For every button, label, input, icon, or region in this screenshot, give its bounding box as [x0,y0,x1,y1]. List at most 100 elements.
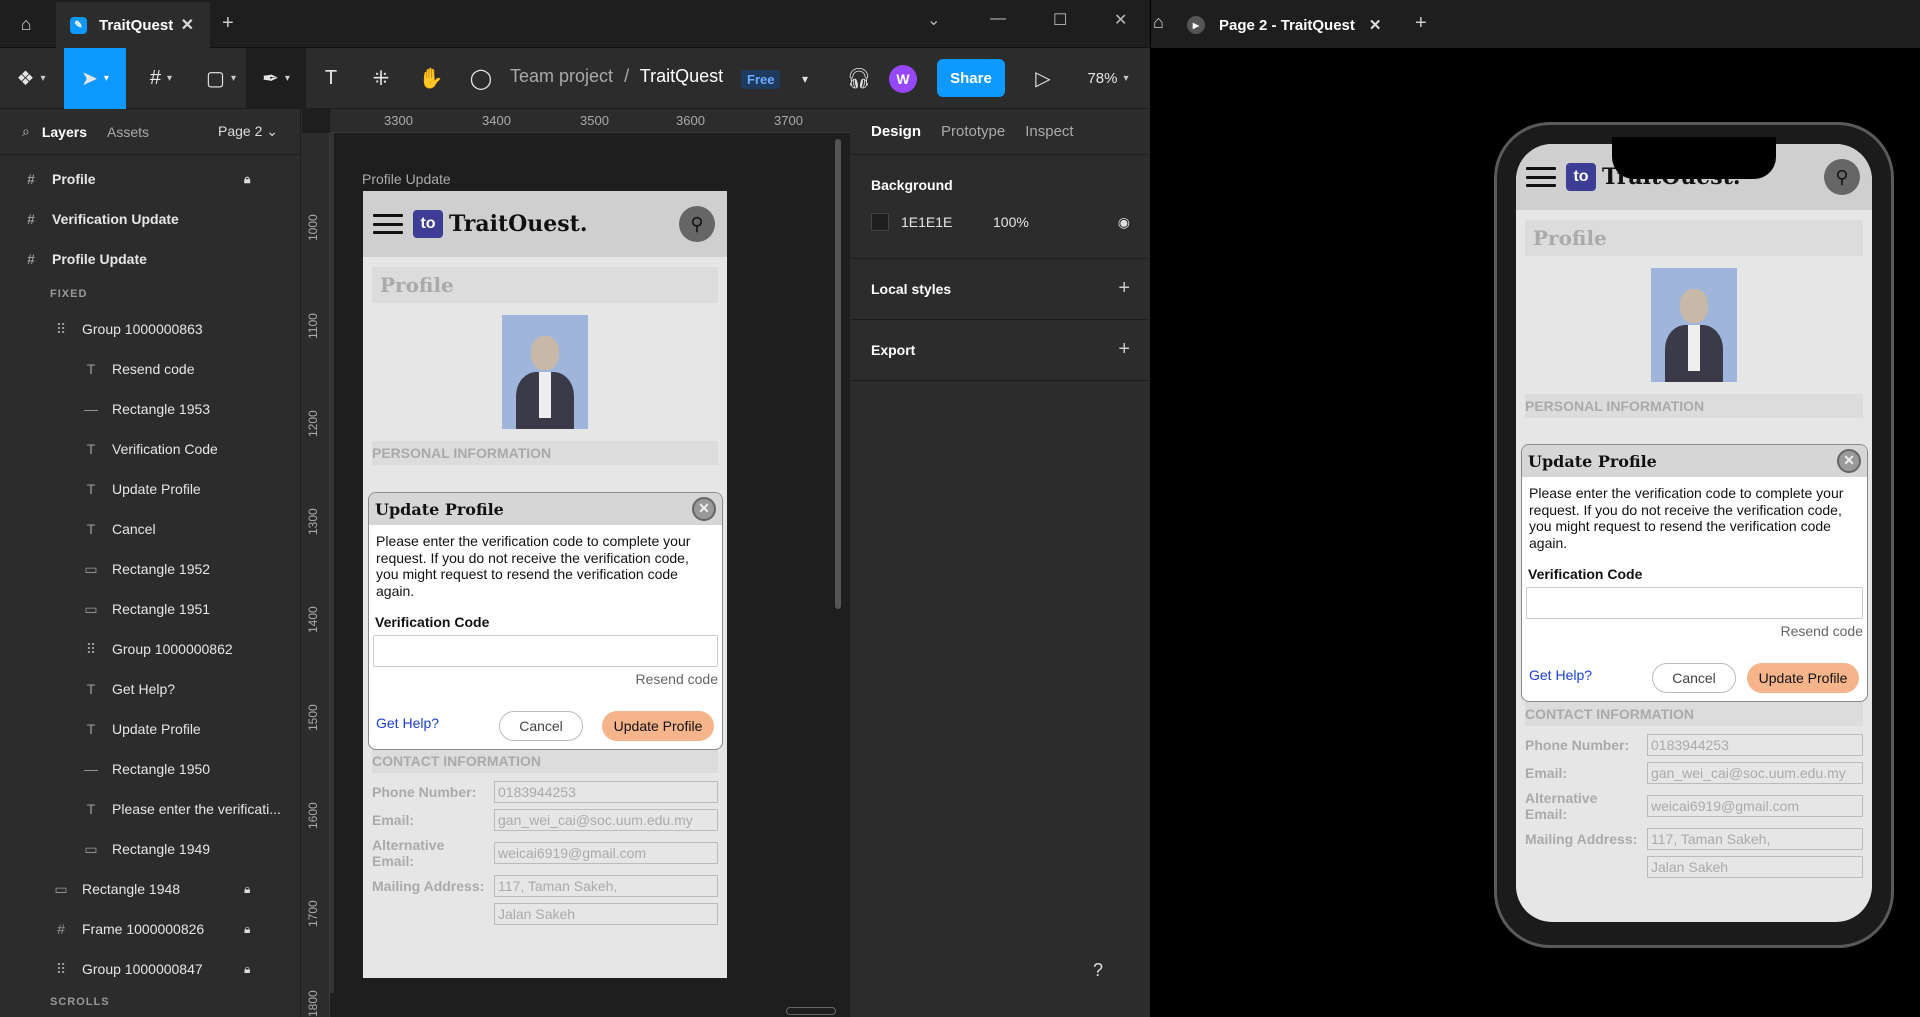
help-button[interactable]: ? [1077,949,1119,991]
update-profile-button[interactable]: Update Profile [1747,663,1859,693]
preview-tab[interactable]: ▶ Page 2 - TraitQuest ✕ [1187,2,1397,48]
frame-label[interactable]: Profile Update [362,171,451,187]
layer-item[interactable]: ▭ Rectangle 1952 [0,549,300,589]
app-screen-phone[interactable]: toTraitOuest.⚲ProfilePERSONAL INFORMATIO… [1516,144,1872,922]
layer-item[interactable]: ⠿ Group 1000000847 🔒︎ [0,949,300,989]
layer-item[interactable]: ▭ Rectangle 1951 [0,589,300,629]
alternative-email-field[interactable]: weicai6919@gmail.com [494,842,718,864]
layer-item[interactable]: T Get Help? [0,669,300,709]
search-icon[interactable]: ⚲ [679,206,715,242]
frame-tool-icon[interactable]: # ▾ [136,48,186,109]
layer-item[interactable]: — Rectangle 1950 [0,749,300,789]
maximize-icon[interactable]: ☐ [1053,10,1067,30]
close-tab-icon[interactable]: ✕ [1369,16,1382,34]
update-profile-button[interactable]: Update Profile [602,711,714,741]
share-button[interactable]: Share [937,59,1005,97]
comment-tool-icon[interactable]: ◯ [464,48,498,109]
close-icon[interactable]: ✕ [1837,449,1861,473]
tab-inspect[interactable]: Inspect [1025,123,1073,140]
text-tool-icon[interactable]: T [314,48,348,109]
tab-design[interactable]: Design [871,123,921,140]
add-export-icon[interactable]: + [1118,338,1130,361]
layer-item[interactable]: ▭ Rectangle 1949 [0,829,300,869]
zoom-control[interactable]: 78% ▾ [1080,48,1136,109]
components-icon[interactable]: ⁜ [364,48,398,109]
move-tool-icon[interactable]: ➤ ▾ [64,48,126,109]
tab-layers[interactable]: Layers [42,124,87,140]
close-tab-icon[interactable]: ✕ [181,15,194,35]
hamburger-menu-icon[interactable] [1526,167,1556,187]
layer-item[interactable]: T Resend code [0,349,300,389]
layer-item[interactable]: — Rectangle 1953 [0,389,300,429]
chevron-down-icon[interactable]: ⌄ [927,10,940,30]
lock-icon[interactable]: 🔒︎ [244,962,250,977]
verification-code-input[interactable] [373,635,718,667]
mailing-address-2-field[interactable]: Jalan Sakeh [1647,856,1863,878]
resend-code-link[interactable]: Resend code [1522,619,1867,639]
figma-menu-icon[interactable]: ❖ ▾ [8,48,54,109]
email-field[interactable]: gan_wei_cai@soc.uum.edu.my [494,809,718,831]
home-icon[interactable]: ⌂ [1153,12,1164,33]
search-icon[interactable]: ⚲ [1824,159,1860,195]
layer-item[interactable]: T Please enter the verificati... [0,789,300,829]
close-window-icon[interactable]: ✕ [1114,10,1127,30]
phone-number-field[interactable]: 0183944253 [494,781,718,803]
rect-layer-icon: ▭ [54,880,68,897]
tab-prototype[interactable]: Prototype [941,123,1005,140]
layer-item[interactable]: T Update Profile [0,709,300,749]
layer-item[interactable]: ▭ Rectangle 1948 🔒︎ [0,869,300,909]
mailing-address-field[interactable]: 117, Taman Sakeh, [1647,828,1863,850]
background-hex[interactable]: 1E1E1E [901,214,993,230]
headphones-icon[interactable]: 🎧︎ [842,48,876,109]
phone-number-field[interactable]: 0183944253 [1647,734,1863,756]
verification-code-input[interactable] [1526,587,1863,619]
file-name[interactable]: TraitQuest [640,66,723,86]
layer-item[interactable]: T Update Profile [0,469,300,509]
get-help-link[interactable]: Get Help? [1529,667,1592,683]
lock-icon[interactable]: 🔒︎ [244,922,250,937]
team-name[interactable]: Team project [510,66,613,86]
background-opacity[interactable]: 100% [993,214,1029,230]
home-icon[interactable]: ⌂ [8,8,44,40]
alternative-email-field[interactable]: weicai6919@gmail.com [1647,795,1863,817]
tab-assets[interactable]: Assets [107,124,149,140]
layer-item[interactable]: T Cancel [0,509,300,549]
eye-icon[interactable]: ◉ [1118,214,1130,231]
app-screen-canvas[interactable]: to TraitOuest. ⚲ Profile PERSONAL INFORMATIO… [363,191,727,978]
page-selector[interactable]: Page 2 ⌄ [218,123,278,140]
layer-item[interactable]: T Verification Code [0,429,300,469]
new-tab-icon[interactable]: + [1415,12,1427,35]
cancel-button[interactable]: Cancel [499,711,583,741]
lock-icon[interactable]: 🔒︎ [244,172,250,187]
hand-tool-icon[interactable]: ✋ [414,48,448,109]
add-style-icon[interactable]: + [1118,277,1130,300]
horizontal-scrollbar[interactable] [786,1007,836,1015]
pen-tool-icon[interactable]: ✒ ▾ [246,48,306,109]
resend-code-link[interactable]: Resend code [369,667,722,687]
close-icon[interactable]: ✕ [692,497,716,521]
mailing-address-field[interactable]: 117, Taman Sakeh, [494,875,718,897]
minimize-icon[interactable]: — [990,10,1006,28]
layer-item[interactable]: ⠿ Group 1000000862 [0,629,300,669]
new-tab-icon[interactable]: + [222,12,234,35]
app-logo[interactable]: toTraitOuest. [413,210,588,238]
search-icon[interactable]: ⌕ [22,123,30,140]
lock-icon[interactable]: 🔒︎ [244,882,250,897]
present-play-icon[interactable]: ▷ [1028,48,1058,109]
file-tab[interactable]: ✎ TraitQuest ✕ [56,2,210,48]
layer-item[interactable]: ⠿ Group 1000000863 [0,309,300,349]
cancel-button[interactable]: Cancel [1652,663,1736,693]
vertical-scrollbar[interactable] [835,139,841,609]
email-field[interactable]: gan_wei_cai@soc.uum.edu.my [1647,762,1863,784]
layer-frame-profile[interactable]: # Profile 🔒︎ [0,159,300,199]
mailing-address-2-field[interactable]: Jalan Sakeh [494,903,718,925]
get-help-link[interactable]: Get Help? [376,715,439,731]
background-swatch[interactable] [871,213,889,231]
hamburger-menu-icon[interactable] [373,214,403,234]
file-menu-chevron-icon[interactable]: ▾ [790,48,820,109]
shape-tool-icon[interactable]: ▢ ▾ [196,48,246,109]
layer-frame-profile-update[interactable]: # Profile Update [0,239,300,279]
avatar[interactable]: W [889,65,917,93]
layer-item[interactable]: # Frame 1000000826 🔒︎ [0,909,300,949]
layer-frame-verification-update[interactable]: # Verification Update [0,199,300,239]
